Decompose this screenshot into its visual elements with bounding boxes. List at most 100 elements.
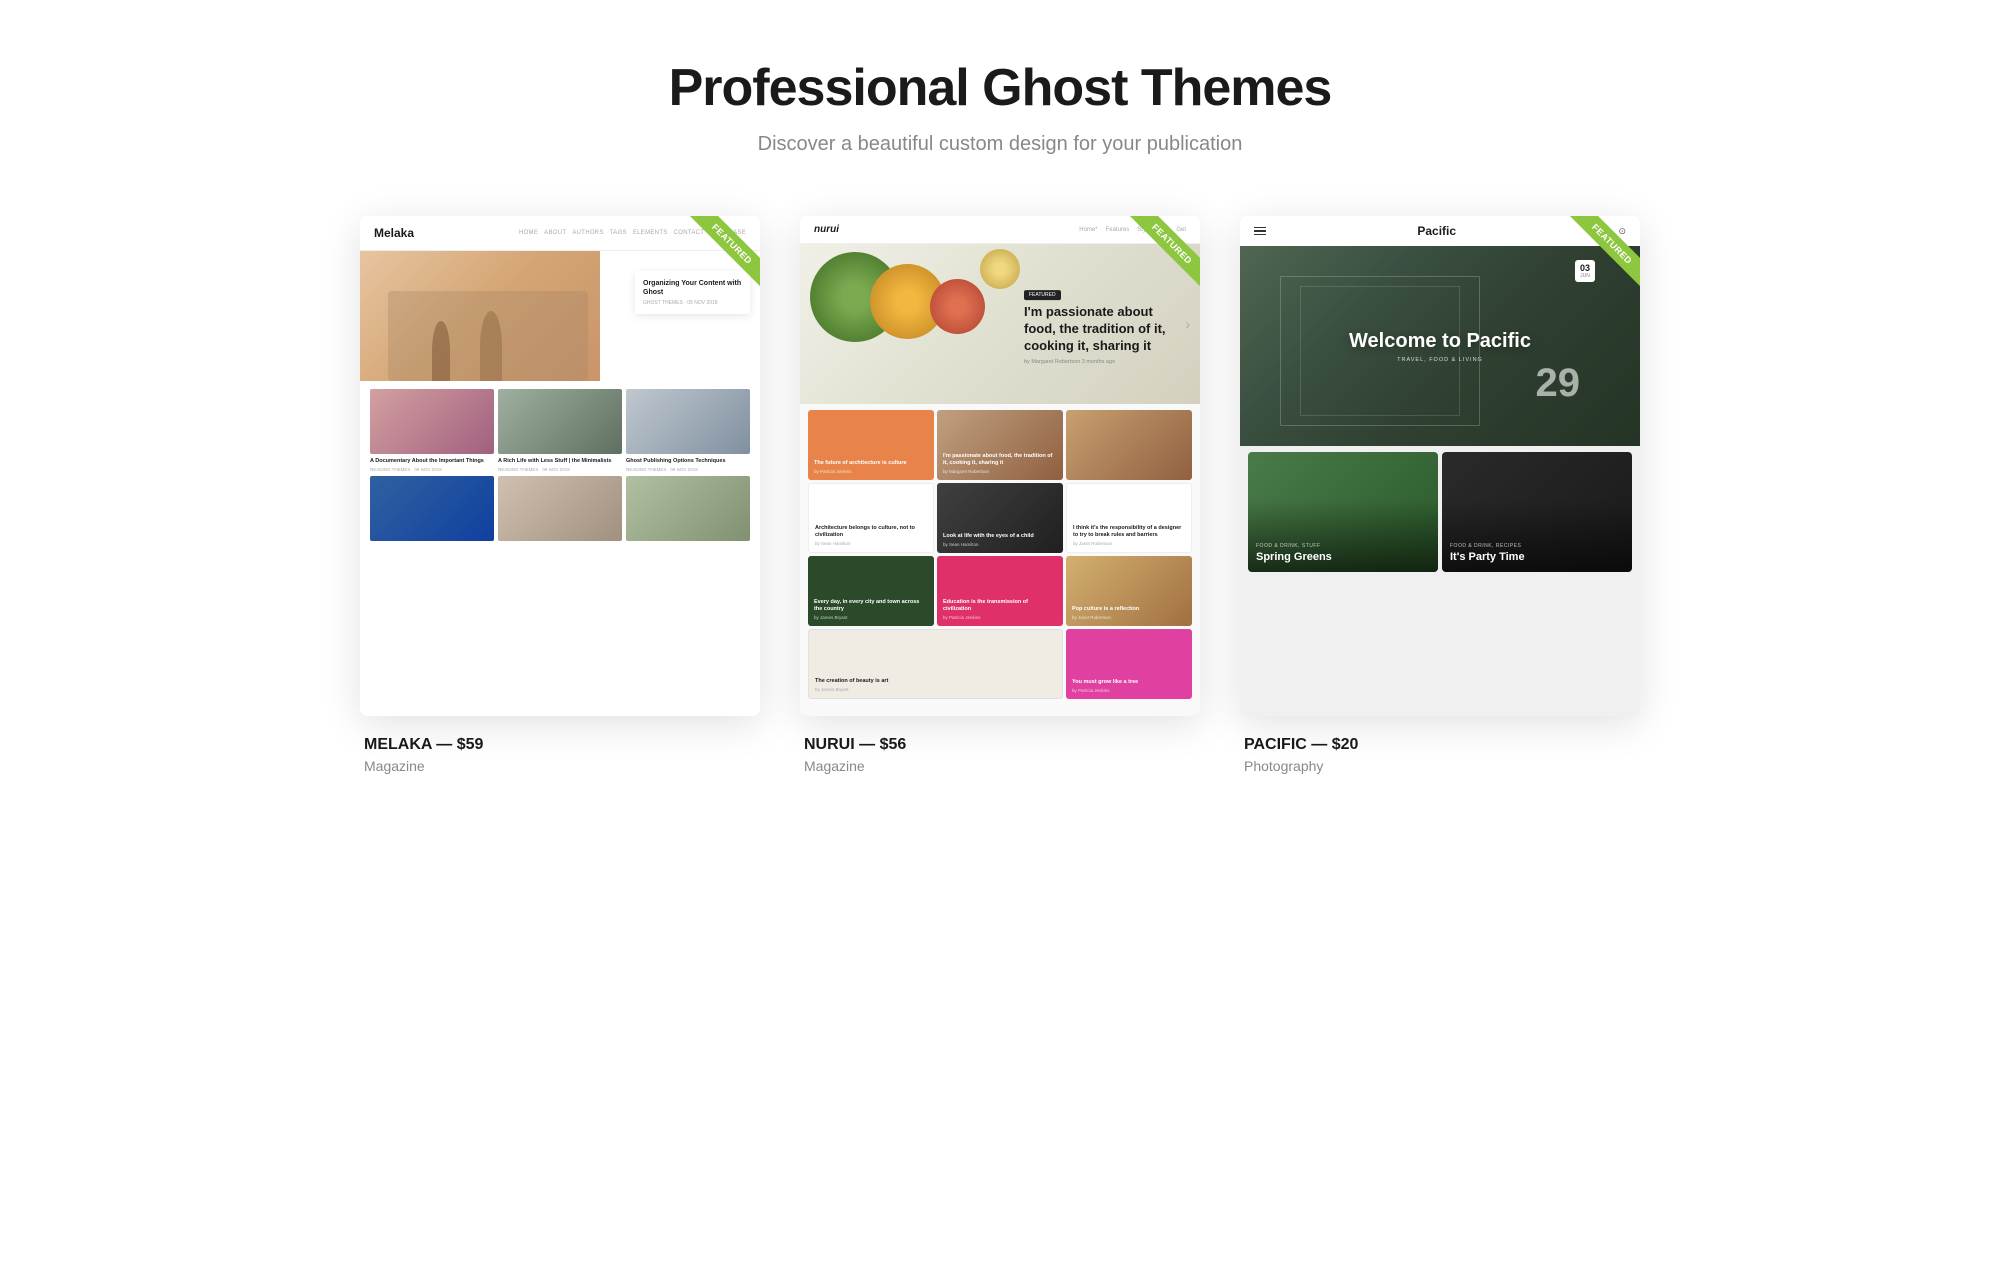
pacific-hero-title-text: Welcome to Pacific (1349, 329, 1531, 353)
melaka-article-3: Ghost Publishing Options Techniques READ… (626, 389, 750, 472)
nurui-cell-title-2: I'm passionate about food, the tradition… (943, 453, 1057, 467)
melaka-article-meta-2: READING THEMES · 09 NOV 2018 (498, 467, 622, 472)
melaka-article-4 (370, 476, 494, 545)
melaka-articles-grid: A Documentary About the Important Things… (360, 381, 760, 553)
melaka-img-2 (498, 389, 622, 454)
melaka-img-1 (370, 389, 494, 454)
nurui-cell-author-10: by James Bryant (815, 687, 1056, 692)
melaka-dash: — (436, 736, 456, 753)
nurui-hero-nav[interactable]: › (1185, 316, 1190, 332)
nurui-cell-3 (1066, 410, 1192, 480)
pacific-articles-grid: FOOD & DRINK, STUFF Spring Greens FOOD &… (1240, 446, 1640, 578)
pacific-price: $20 (1332, 736, 1359, 753)
nurui-cell-title-9: Pop culture is a reflection (1072, 606, 1186, 613)
melaka-hero-image (360, 251, 600, 381)
nurui-cell-1: The future of architecture is culture by… (808, 410, 934, 480)
melaka-article-meta-3: READING THEMES · 09 NOV 2018 (626, 467, 750, 472)
nurui-cell-title-6: I think it's the responsibility of a des… (1073, 525, 1185, 539)
melaka-price: $59 (457, 736, 484, 753)
pacific-name: PACIFIC (1244, 736, 1307, 753)
nurui-cell-title-11: You must grow like a tree (1072, 679, 1186, 686)
nurui-nav-link: Home* (1079, 227, 1097, 233)
nurui-hero-title: I'm passionate about food, the tradition… (1024, 304, 1184, 355)
nurui-cell-author-1: by Patricia Jenkins (814, 469, 928, 474)
melaka-nav-link: ELEMENTS (633, 230, 668, 236)
pacific-article-1: FOOD & DRINK, STUFF Spring Greens (1248, 452, 1438, 572)
nurui-name-price: NURUI — $56 (804, 736, 1196, 754)
nurui-cell-2: I'm passionate about food, the tradition… (937, 410, 1063, 480)
nurui-cell-10: The creation of beauty is art by James B… (808, 629, 1063, 699)
pacific-number-29: 29 (1536, 361, 1581, 406)
page-title: Professional Ghost Themes (669, 60, 1332, 117)
nurui-cell-author-8: by Patricia Jenkins (943, 615, 1057, 620)
melaka-article-title-1: A Documentary About the Important Things (370, 458, 494, 465)
nurui-hero-author: by Margaret Robertson 3 months ago (1024, 359, 1184, 365)
nurui-cell-5: Look at life with the eyes of a child by… (937, 483, 1063, 553)
melaka-nav-link: TAGS (610, 230, 627, 236)
melaka-preview[interactable]: Featured Melaka HOME ABOUT AUTHORS TAGS … (360, 216, 760, 716)
pacific-preview[interactable]: Featured Pacific ⌕ ⊙ (1240, 216, 1640, 716)
melaka-name: MELAKA (364, 736, 432, 753)
page-header: Professional Ghost Themes Discover a bea… (669, 60, 1332, 156)
pacific-article-2-text: FOOD & DRINK, RECIPES It's Party Time (1442, 535, 1533, 572)
pacific-category: Photography (1244, 758, 1636, 774)
melaka-img-5 (498, 476, 622, 541)
pacific-dash: — (1311, 736, 1331, 753)
theme-card-pacific[interactable]: Featured Pacific ⌕ ⊙ (1240, 216, 1640, 774)
nurui-name: NURUI (804, 736, 855, 753)
melaka-article-title-3: Ghost Publishing Options Techniques (626, 458, 750, 465)
melaka-img-4 (370, 476, 494, 541)
nurui-cell-author-4: by Sean Hamilton (815, 541, 927, 546)
nurui-cell-author-5: by Sean Hamilton (943, 542, 1057, 547)
pacific-hero-title-block: Welcome to Pacific TRAVEL, FOOD & LIVING (1349, 329, 1531, 363)
theme-card-nurui[interactable]: Featured nurui Home* Features Style Guid… (800, 216, 1200, 774)
nurui-price: $56 (880, 736, 907, 753)
nurui-cell-author-11: by Patricia Jenkins (1072, 688, 1186, 693)
nurui-cell-8: Education is the transmission of civiliz… (937, 556, 1063, 626)
nurui-cell-title-1: The future of architecture is culture (814, 460, 928, 467)
nurui-preview[interactable]: Featured nurui Home* Features Style Guid… (800, 216, 1200, 716)
pacific-info: PACIFIC — $20 Photography (1240, 736, 1640, 774)
pacific-hamburger-icon[interactable] (1254, 227, 1266, 236)
melaka-nav-link: ABOUT (544, 230, 566, 236)
page-subtitle: Discover a beautiful custom design for y… (669, 133, 1332, 156)
themes-grid: Featured Melaka HOME ABOUT AUTHORS TAGS … (300, 216, 1700, 774)
theme-card-melaka[interactable]: Featured Melaka HOME ABOUT AUTHORS TAGS … (360, 216, 760, 774)
ribbon-label: Featured (1130, 216, 1200, 286)
pacific-article-1-title: Spring Greens (1256, 551, 1332, 564)
pacific-article-2-title: It's Party Time (1450, 551, 1525, 564)
nurui-cell-author-6: by Janet Robertson (1073, 541, 1185, 546)
melaka-article-2: A Rich Life with Less Stuff | the Minima… (498, 389, 622, 472)
featured-ribbon-nurui: Featured (1120, 216, 1200, 296)
nurui-cell-title-7: Every day, in every city and town across… (814, 599, 928, 613)
melaka-article-meta-1: READING THEMES · 09 NOV 2018 (370, 467, 494, 472)
nurui-masonry: The future of architecture is culture by… (800, 404, 1200, 705)
nurui-hero-badge: FEATURED (1024, 290, 1061, 300)
melaka-nav-link: AUTHORS (572, 230, 603, 236)
nurui-cell-author-9: by Janet Robertson (1072, 615, 1186, 620)
ribbon-label: Featured (690, 216, 760, 286)
melaka-logo: Melaka (374, 226, 414, 240)
nurui-cell-title-10: The creation of beauty is art (815, 678, 1056, 685)
nurui-logo: nurui (814, 224, 839, 235)
melaka-card-meta: GHOST THEMES · 09 NOV 2018 (643, 300, 742, 306)
melaka-info: MELAKA — $59 Magazine (360, 736, 760, 774)
melaka-article-1: A Documentary About the Important Things… (370, 389, 494, 472)
pacific-logo: Pacific (1417, 224, 1456, 238)
melaka-article-6 (626, 476, 750, 545)
melaka-name-price: MELAKA — $59 (364, 736, 756, 754)
featured-ribbon-melaka: Featured (680, 216, 760, 296)
nurui-cell-title-5: Look at life with the eyes of a child (943, 533, 1057, 540)
nurui-cell-author-2: by Margaret Robertson (943, 469, 1057, 474)
pacific-article-2-cat: FOOD & DRINK, RECIPES (1450, 543, 1525, 549)
pacific-hero-category: TRAVEL, FOOD & LIVING (1349, 357, 1531, 363)
nurui-cell-9: Pop culture is a reflection by Janet Rob… (1066, 556, 1192, 626)
melaka-article-5 (498, 476, 622, 545)
ribbon-label: Featured (1570, 216, 1640, 286)
nurui-cell-author-7: by James Bryant (814, 615, 928, 620)
nurui-cell-6: I think it's the responsibility of a des… (1066, 483, 1192, 553)
featured-ribbon-pacific: Featured (1560, 216, 1640, 296)
nurui-cell-11: You must grow like a tree by Patricia Je… (1066, 629, 1192, 699)
melaka-nav-link: HOME (519, 230, 538, 236)
nurui-cell-4: Architecture belongs to culture, not to … (808, 483, 934, 553)
